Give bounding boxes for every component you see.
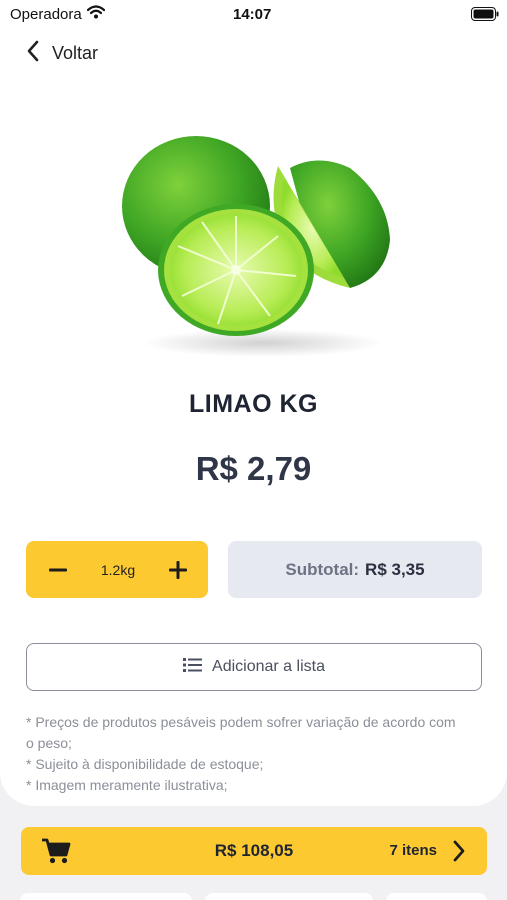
bottom-tab-placeholder bbox=[386, 893, 487, 900]
cart-bar[interactable]: R$ 108,05 7 itens bbox=[21, 827, 487, 875]
bottom-tab-placeholder bbox=[205, 893, 373, 900]
lime-image bbox=[118, 128, 398, 368]
plus-icon[interactable] bbox=[166, 558, 190, 582]
carrier-label: Operadora bbox=[10, 6, 82, 23]
back-label: Voltar bbox=[52, 42, 99, 63]
battery-icon bbox=[471, 7, 499, 25]
quantity-stepper: 1.2kg bbox=[26, 541, 208, 598]
back-button[interactable]: Voltar bbox=[26, 40, 98, 66]
chevron-left-icon bbox=[26, 40, 40, 67]
wifi-icon bbox=[86, 5, 106, 23]
clock: 14:07 bbox=[233, 6, 272, 23]
status-bar: Operadora 14:07 bbox=[0, 0, 507, 28]
cart-item-count: 7 itens bbox=[389, 842, 437, 859]
product-price: R$ 2,79 bbox=[195, 450, 312, 487]
add-to-list-button[interactable]: Adicionar a lista bbox=[26, 643, 482, 691]
minus-icon[interactable] bbox=[46, 558, 70, 582]
list-icon bbox=[183, 657, 203, 678]
subtotal-label: Subtotal: bbox=[285, 559, 360, 579]
product-name: LIMAO KG bbox=[189, 390, 318, 418]
subtotal-value: R$ 3,35 bbox=[365, 559, 425, 579]
note-stock: * Sujeito à disponibilidade de estoque; bbox=[26, 756, 264, 772]
disclaimer-notes: * Preços de produtos pesáveis podem sofr… bbox=[26, 712, 466, 796]
add-to-list-label: Adicionar a lista bbox=[212, 658, 325, 675]
note-image: * Imagem meramente ilustrativa; bbox=[26, 777, 228, 793]
bottom-tab-placeholder bbox=[20, 893, 192, 900]
product-card: Operadora 14:07 Voltar LIMAO KG R$ 2,79 … bbox=[0, 0, 507, 806]
chevron-right-icon bbox=[453, 840, 465, 867]
quantity-value: 1.2kg bbox=[100, 561, 136, 578]
subtotal-box: Subtotal: R$ 3,35 bbox=[228, 541, 482, 598]
note-weight: * Preços de produtos pesáveis podem sofr… bbox=[26, 714, 456, 751]
